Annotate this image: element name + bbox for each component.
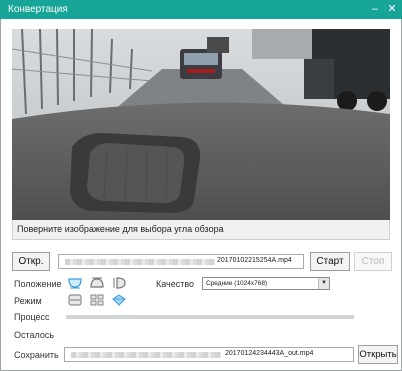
rotate-hint-text: Поверните изображение для выбора угла об… <box>17 224 224 234</box>
remaining-label: Осталось <box>14 330 55 340</box>
dome-side-icon[interactable] <box>112 277 126 289</box>
video-preview[interactable] <box>12 29 390 220</box>
output-filename: 20170124234443A_out.mp4 <box>225 350 314 357</box>
position-label: Положение <box>14 279 62 289</box>
output-file-field[interactable]: 20170124234443A_out.mp4 <box>64 347 354 362</box>
process-label: Процесс <box>14 312 50 322</box>
stop-button[interactable]: Стоп <box>354 252 392 271</box>
source-file-field[interactable]: 20170102215254A.mp4 <box>58 254 304 269</box>
dome-front-icon[interactable] <box>68 277 82 289</box>
dashcam-frame-image <box>12 29 390 220</box>
blurred-path <box>65 259 215 265</box>
start-button[interactable]: Старт <box>310 252 350 271</box>
open-output-button[interactable]: Открыть <box>358 345 398 364</box>
quality-select[interactable]: Средние (1024x768) ▼ <box>202 277 330 290</box>
window-title: Конвертация <box>8 4 68 15</box>
source-filename: 20170102215254A.mp4 <box>217 257 292 264</box>
quality-label: Качество <box>156 279 195 289</box>
blurred-path <box>71 352 221 358</box>
process-progress-bar <box>66 315 354 319</box>
chevron-down-icon[interactable]: ▼ <box>318 278 329 289</box>
panorama-strip-icon[interactable] <box>68 294 82 306</box>
diamond-view-icon[interactable] <box>112 294 126 306</box>
video-hint-bar: Поверните изображение для выбора угла об… <box>12 220 390 240</box>
quality-selected-value: Средние (1024x768) <box>206 280 268 287</box>
title-bar: Конвертация – ✕ <box>0 0 402 19</box>
save-label: Сохранить <box>14 350 59 360</box>
close-button[interactable]: ✕ <box>384 1 400 17</box>
quad-view-icon[interactable] <box>90 294 104 306</box>
mode-label: Режим <box>14 296 42 306</box>
open-source-button[interactable]: Откр. <box>12 252 50 271</box>
minimize-button[interactable]: – <box>367 1 383 17</box>
dome-back-icon[interactable] <box>90 277 104 289</box>
